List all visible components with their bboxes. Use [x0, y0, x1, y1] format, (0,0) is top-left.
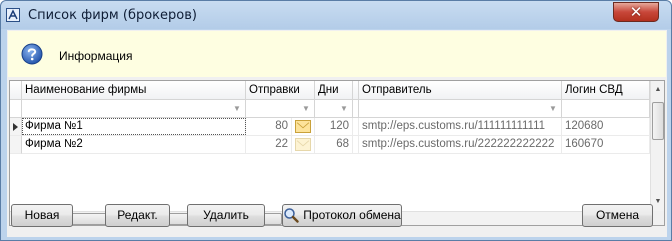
window-title: Список фирм (брокеров)	[28, 8, 197, 23]
app-logo-icon	[6, 8, 20, 22]
envelope-icon	[295, 138, 311, 151]
chevron-down-icon[interactable]: ▼	[300, 102, 312, 115]
chevron-down-icon[interactable]: ▼	[338, 102, 350, 115]
header-corner	[10, 81, 22, 100]
envelope-icon	[295, 120, 311, 133]
cell-firm-name[interactable]: Фирма №2	[22, 136, 246, 154]
delete-button[interactable]: Удалить	[187, 204, 265, 227]
question-icon	[21, 43, 43, 65]
close-button[interactable]: ✕	[613, 2, 659, 22]
focus-rectangle	[22, 118, 246, 135]
column-header-sends[interactable]: Отправки	[246, 81, 315, 100]
exchange-protocol-button[interactable]: Протокол обмена	[282, 204, 402, 227]
filter-corner	[10, 100, 22, 118]
scroll-up-icon[interactable]: ▲	[652, 83, 664, 97]
chevron-down-icon[interactable]: ▼	[231, 102, 243, 115]
new-button[interactable]: Новая	[11, 204, 73, 227]
filter-name[interactable]: ▼	[22, 100, 246, 118]
scroll-down-icon[interactable]: ▼	[652, 195, 664, 209]
current-row-arrow-icon	[13, 123, 18, 131]
column-header-name[interactable]: Наименование фирмы	[22, 81, 246, 100]
cell-login[interactable]: 160670	[562, 136, 650, 154]
filter-days[interactable]: ▼	[315, 100, 353, 118]
cell-sender[interactable]: smtp://eps.customs.ru/222222222222	[359, 136, 562, 154]
client-area: Информация Наименование фирмы Отправки Д…	[7, 30, 667, 237]
close-icon: ✕	[629, 3, 643, 21]
title-bar[interactable]: Список фирм (брокеров) ✕	[1, 1, 671, 29]
cell-sender[interactable]: smtp://eps.customs.ru/111111111111	[359, 118, 562, 136]
info-label: Информация	[59, 49, 133, 63]
magnifier-icon	[284, 208, 299, 223]
cancel-button[interactable]: Отмена	[582, 204, 653, 227]
cell-login[interactable]: 120680	[562, 118, 650, 136]
cell-days[interactable]: 120	[315, 118, 353, 136]
row-indicator[interactable]	[10, 136, 22, 154]
vertical-scroll-thumb[interactable]	[652, 102, 664, 140]
dialog-window: Список фирм (брокеров) ✕ Информация Наим…	[0, 0, 672, 241]
column-header-sender[interactable]: Отправитель	[359, 81, 562, 100]
filter-sender[interactable]: ▼	[359, 100, 562, 118]
info-bar: Информация	[8, 31, 666, 77]
chevron-down-icon[interactable]: ▼	[547, 102, 559, 115]
column-header-login[interactable]: Логин СВД	[562, 81, 650, 100]
filter-sends[interactable]: ▼	[246, 100, 315, 118]
table-row[interactable]: Фирма №2 22 68 smtp://eps.customs.ru/222…	[10, 136, 650, 154]
column-header-days[interactable]: Дни	[315, 81, 353, 100]
table-row[interactable]: Фирма №1 80 120 smtp://eps.customs.ru/11…	[10, 118, 650, 136]
vertical-scrollbar[interactable]: ▲ ▼	[650, 81, 664, 211]
row-indicator[interactable]	[10, 118, 22, 136]
cell-sends[interactable]: 22	[246, 136, 292, 154]
cell-sends-icon[interactable]	[292, 136, 315, 154]
cell-sends-icon[interactable]	[292, 118, 315, 136]
filter-login[interactable]	[562, 100, 650, 118]
cell-sends[interactable]: 80	[246, 118, 292, 136]
exchange-protocol-label: Протокол обмена	[303, 208, 401, 222]
cell-days[interactable]: 68	[315, 136, 353, 154]
edit-button[interactable]: Редакт.	[105, 204, 170, 227]
